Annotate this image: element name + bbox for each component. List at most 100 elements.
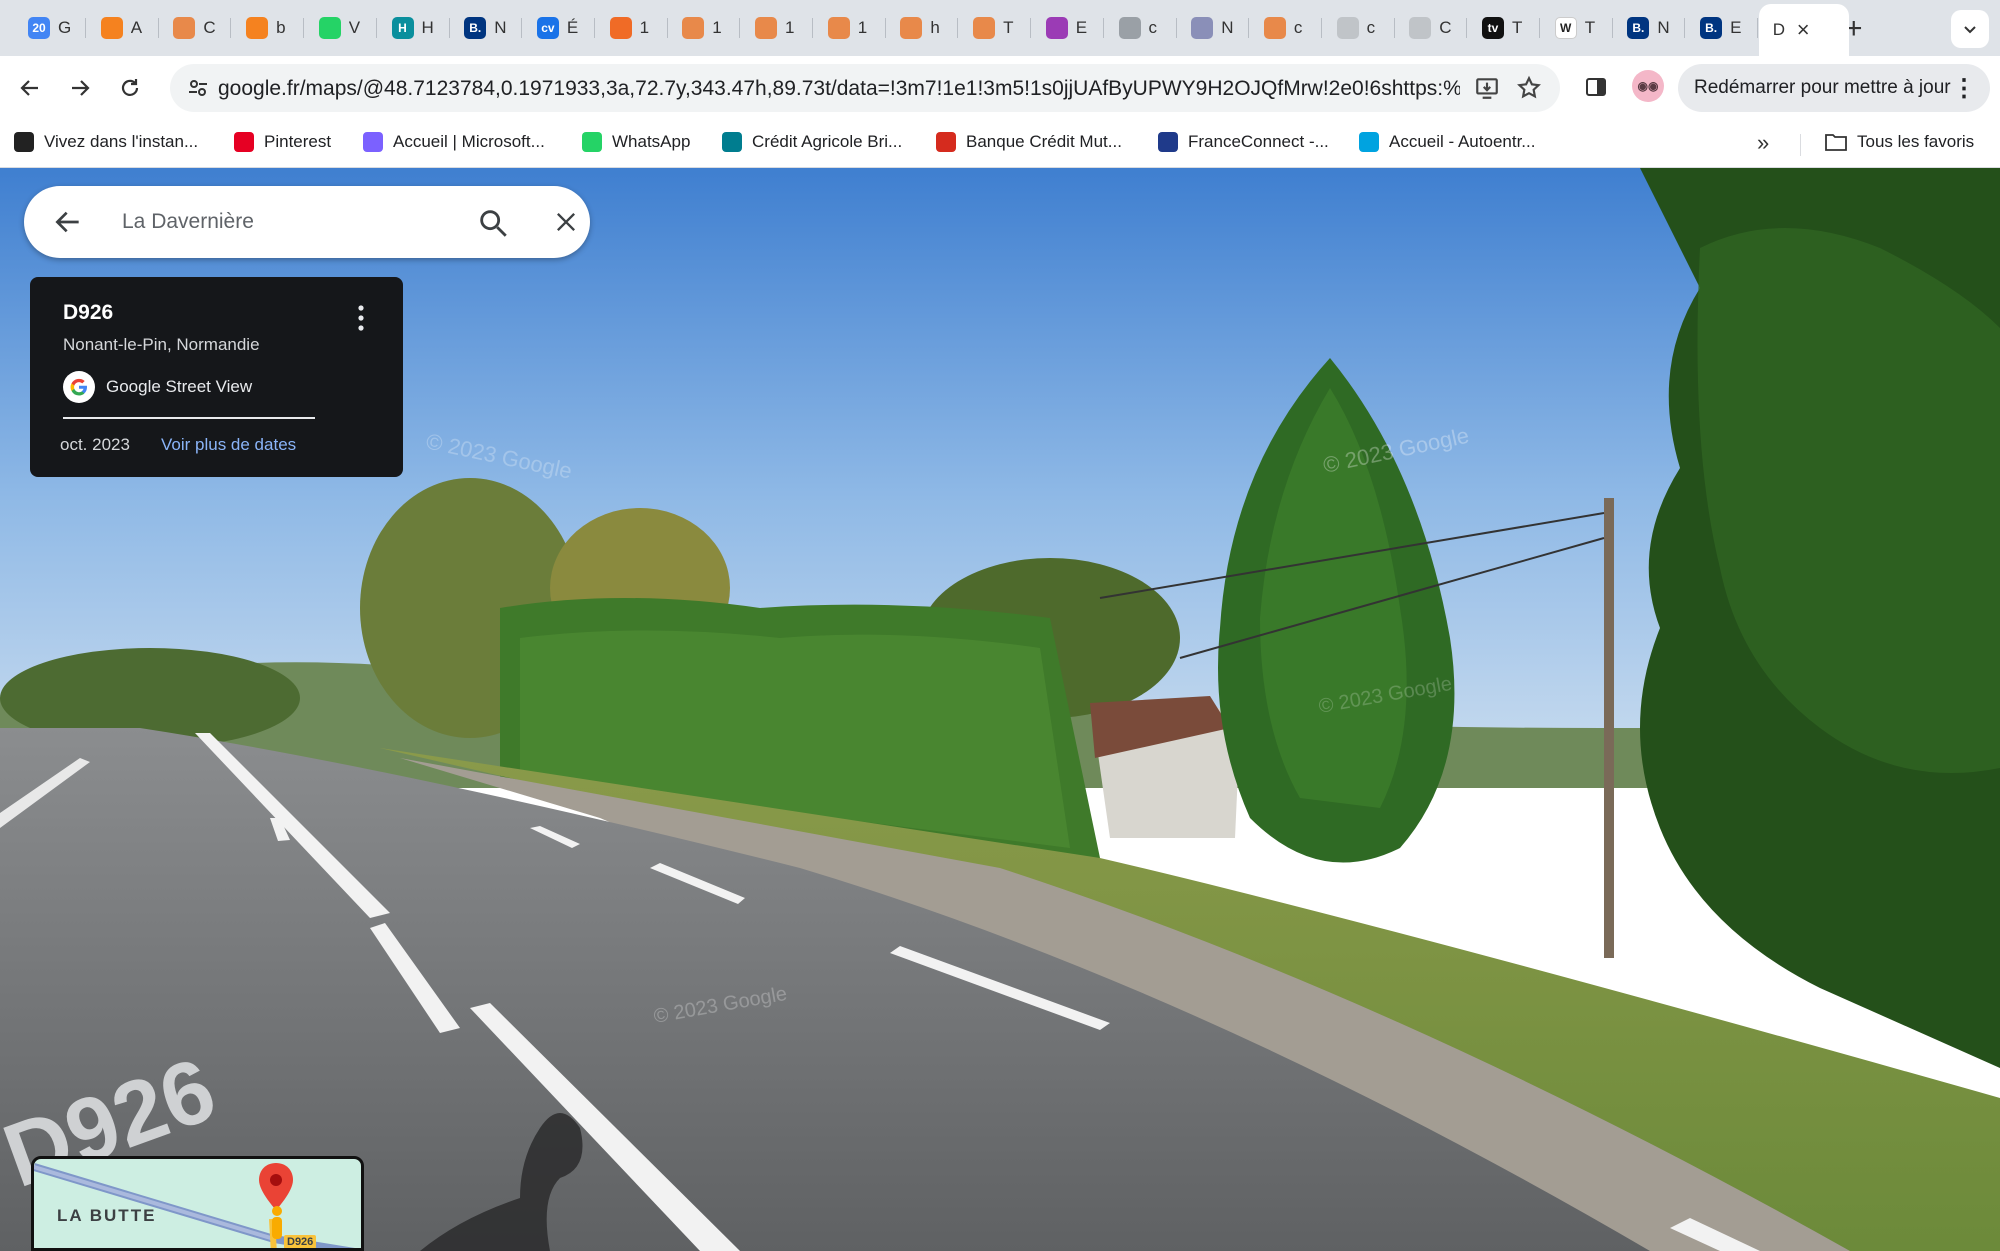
orange-circle-icon [827,17,850,39]
tab-title: c [1366,18,1376,37]
profile-avatar[interactable]: ◉◉ [1632,70,1664,102]
browser-tab[interactable]: T [959,8,1032,48]
browser-tab[interactable]: C [159,8,232,48]
browser-tab[interactable]: 1 [596,8,668,48]
orange-circle-icon [900,17,923,39]
browser-tab[interactable]: B. N [450,8,523,48]
tab-title: N [1657,18,1670,37]
orange-square-icon [246,17,269,39]
browser-tab[interactable]: C [1395,8,1468,48]
orange-circle-icon [173,17,196,39]
back-arrow-icon[interactable] [52,206,84,238]
address-bar[interactable]: google.fr/maps/@48.7123784,0.1971933,3a,… [170,64,1560,112]
bookmark-label: WhatsApp [612,132,691,151]
orange-circle-icon [755,17,777,39]
tab-title: E [1730,18,1742,37]
browser-tab[interactable]: c [1105,8,1177,48]
whatsapp-icon [318,17,341,39]
minimap[interactable]: LA BUTTE D926 [31,1156,364,1251]
restart-update-button[interactable]: Redémarrer pour mettre à jour ⋮ [1678,64,1990,112]
browser-tab[interactable]: A [87,8,159,48]
bookmark-item[interactable]: FranceConnect -... [1158,132,1329,152]
tab-title: H [421,18,434,37]
maps-search-box[interactable]: La Davernière [24,186,590,258]
credit-agricole-icon [722,132,742,152]
street-view-info-card: D926 Nonant-le-Pin, Normandie Google Str… [30,277,403,477]
browser-tab[interactable]: B. E [1686,8,1759,48]
tab-title: c [1293,18,1303,37]
tab-search-button[interactable] [1951,10,1989,48]
browser-tab[interactable]: c [1323,8,1395,48]
reload-button[interactable] [112,70,148,106]
source-label: Google Street View [106,377,253,396]
browser-toolbar: google.fr/maps/@48.7123784,0.1971933,3a,… [0,56,2000,120]
browser-tab[interactable]: N [1177,8,1250,48]
more-vertical-icon[interactable] [356,303,366,333]
microsoft-icon [363,132,383,152]
side-panel-icon [1586,78,1606,96]
bookmark-item[interactable]: Crédit Agricole Bri... [722,132,902,152]
tab-title: T [1584,18,1596,37]
pinterest-icon [234,132,254,152]
all-favorites-button[interactable]: Tous les favoris [1825,132,1974,152]
more-vertical-icon[interactable]: ⋮ [1952,74,1976,103]
location-title: D926 [63,301,114,324]
browser-tab[interactable]: c [1250,8,1322,48]
side-panel-button[interactable] [1581,72,1611,102]
browser-tab[interactable]: 20 G [14,8,86,48]
browser-tab[interactable]: h [886,8,959,48]
tab-active[interactable]: D × [1758,4,1849,56]
search-icon[interactable] [476,206,510,240]
browser-tab[interactable]: 1 [668,8,741,48]
orange-badge-icon [609,17,632,39]
browser-tab[interactable]: b [232,8,305,48]
orange-circle-icon [682,17,705,39]
browser-tab[interactable]: tv T [1468,8,1540,48]
location-subtitle: Nonant-le-Pin, Normandie [63,335,260,354]
tab-title: 1 [857,18,868,37]
site-settings-icon[interactable] [186,76,210,100]
close-tab-icon[interactable]: × [1797,17,1810,43]
browser-tab[interactable]: 1 [741,8,813,48]
orange-circle-icon [1263,17,1286,39]
browser-tab[interactable]: V [305,8,377,48]
back-button[interactable] [12,70,48,106]
franceconnect-icon [1158,132,1178,152]
browser-tab[interactable]: WT [1541,8,1613,48]
forward-button[interactable] [62,70,98,106]
bookmark-item[interactable]: WhatsApp [582,132,690,152]
tab-title: T [1003,18,1014,37]
tab-title: N [1221,18,1234,37]
browser-tab[interactable]: cv É [523,8,595,48]
bookmark-label: Crédit Agricole Bri... [752,132,903,151]
capture-date: oct. 2023 [60,435,130,454]
tab-title: C [203,18,216,37]
bookmark-star-button[interactable] [1516,75,1542,108]
tab-strip: + 20 G A Cb V H H B. Ncv É 1 1 1 1 h T Ec Nc c Ctv T W T B. N B. E… [0,0,2000,56]
search-input[interactable]: La Davernière [122,210,254,234]
news-icon [14,132,34,152]
tab-title: b [276,18,286,37]
browser-tab[interactable]: E [1032,8,1104,48]
browser-tab[interactable]: 1 [814,8,886,48]
purple-circle-icon [1045,17,1068,39]
bookmarks-divider [1800,134,1801,156]
google-logo-icon [63,371,95,403]
more-bookmarks-chevron-icon[interactable]: » [1757,130,1769,156]
bookmark-item[interactable]: Pinterest [234,132,331,152]
install-app-button[interactable] [1474,75,1500,108]
pegman-icon [272,1206,282,1239]
all-favorites-label: Tous les favoris [1857,132,1975,151]
bookmark-item[interactable]: Accueil - Autoentr... [1359,132,1535,152]
minimap-road-label: D926 [284,1235,317,1248]
bookmark-item[interactable]: Banque Crédit Mut... [936,132,1122,152]
bookmark-item[interactable]: Vivez dans l'instan... [14,132,198,152]
browser-tab[interactable]: HH [378,8,450,48]
more-dates-link[interactable]: Voir plus de dates [161,435,296,455]
close-icon[interactable] [552,208,580,236]
bookmark-item[interactable]: Accueil | Microsoft... [363,132,545,152]
gray-circle-icon [1118,17,1141,39]
bookmark-label: FranceConnect -... [1188,132,1329,151]
url-text[interactable]: google.fr/maps/@48.7123784,0.1971933,3a,… [218,77,1460,101]
browser-tab[interactable]: B. N [1613,8,1686,48]
